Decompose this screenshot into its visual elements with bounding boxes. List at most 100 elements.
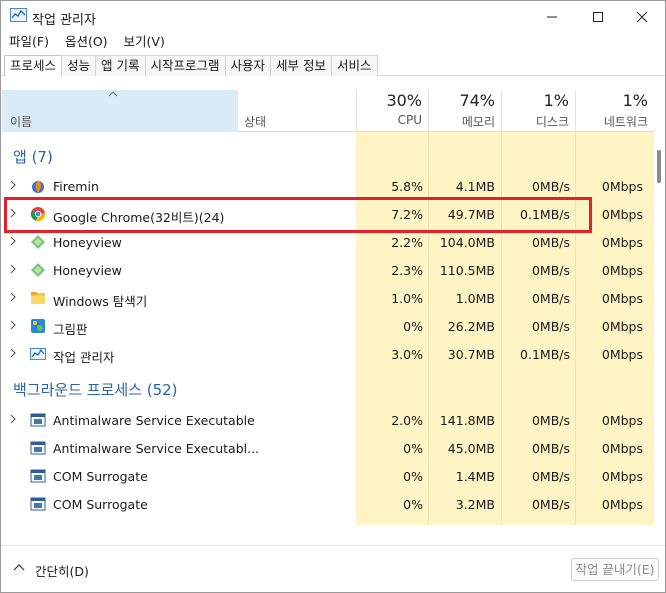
process-row[interactable]: 그림판 0% 26.2MB 0MB/s 0Mbps: [2, 312, 654, 340]
process-network: 0Mbps: [601, 291, 643, 306]
tab-processes[interactable]: 프로세스: [4, 55, 63, 77]
column-status-label: 상태: [244, 115, 267, 129]
process-name: Firemin: [53, 179, 99, 194]
column-memory-label: 메모리: [461, 115, 495, 129]
sort-up-icon: [108, 91, 118, 97]
process-cpu: 2.3%: [391, 263, 423, 278]
group-apps-title[interactable]: 앱 (7): [13, 146, 53, 167]
process-memory: 104.0MB: [439, 235, 495, 250]
process-cpu: 0%: [403, 497, 423, 512]
chevron-right-icon[interactable]: [8, 319, 18, 331]
process-name: 그림판: [53, 322, 88, 337]
tab-app-history[interactable]: 앱 기록: [95, 55, 146, 76]
process-memory: 45.0MB: [447, 441, 495, 456]
process-memory: 26.2MB: [447, 319, 495, 334]
service-icon: [30, 469, 46, 483]
service-icon: [30, 497, 46, 511]
process-disk: 0MB/s: [531, 263, 570, 278]
column-network-label: 네트워크: [603, 115, 648, 129]
column-name[interactable]: 이름: [2, 90, 238, 132]
process-disk: 0.1MB/s: [520, 347, 570, 362]
maximize-button[interactable]: [575, 1, 621, 32]
chevron-right-icon[interactable]: [8, 413, 18, 425]
footer: 간단히(D) 작업 끝내기(E): [1, 545, 665, 593]
column-network[interactable]: 1% 네트워크: [575, 90, 654, 132]
column-name-label: 이름: [10, 115, 33, 129]
process-cpu: 5.8%: [391, 179, 423, 194]
process-network: 0Mbps: [601, 469, 643, 484]
column-status[interactable]: 상태: [238, 90, 356, 132]
column-header-row: 이름 상태 30% CPU 74% 메모리 1% 디스크 1% 네트워크: [2, 90, 654, 132]
process-list: 앱 (7) 백그라운드 프로세스 (52) Firemin 5.8% 4.1MB 0M…: [2, 132, 654, 525]
process-name: Antimalware Service Executabl...: [53, 441, 260, 456]
process-disk: 0MB/s: [531, 235, 570, 250]
process-network: 0Mbps: [601, 347, 643, 362]
process-cpu: 1.0%: [391, 291, 423, 306]
chevron-right-icon[interactable]: [8, 347, 18, 359]
process-network: 0Mbps: [601, 235, 643, 250]
chevron-right-icon[interactable]: [8, 263, 18, 275]
process-cpu: 2.2%: [391, 235, 423, 250]
column-disk-label: 디스크: [535, 115, 569, 129]
process-row[interactable]: Windows 탐색기 1.0% 1.0MB 0MB/s 0Mbps: [2, 284, 654, 312]
process-name: Antimalware Service Executable: [53, 413, 255, 428]
close-button[interactable]: [619, 1, 665, 32]
honeyview-icon: [31, 263, 45, 277]
tab-startup[interactable]: 시작프로그램: [144, 55, 226, 76]
process-row[interactable]: COM Surrogate 0% 1.4MB 0MB/s 0Mbps: [2, 462, 654, 490]
process-row[interactable]: Honeyview 2.3% 110.5MB 0MB/s 0Mbps: [2, 256, 654, 284]
process-network: 0Mbps: [601, 441, 643, 456]
tab-performance[interactable]: 성능: [61, 55, 97, 76]
process-row[interactable]: Antimalware Service Executable 2.0% 141.8M…: [2, 406, 654, 434]
process-disk: 0MB/s: [531, 291, 570, 306]
process-cpu: 2.0%: [391, 413, 423, 428]
process-disk: 0MB/s: [531, 441, 570, 456]
process-memory: 110.5MB: [439, 263, 495, 278]
process-row[interactable]: 작업 관리자 3.0% 30.7MB 0.1MB/s 0Mbps: [2, 340, 654, 368]
tab-details[interactable]: 세부 정보: [270, 55, 333, 76]
menu-view[interactable]: 보기(V): [116, 32, 173, 52]
window-title: 작업 관리자: [32, 13, 96, 28]
menu-options[interactable]: 옵션(O): [57, 32, 116, 52]
process-cpu: 0%: [403, 469, 423, 484]
fewer-details-button[interactable]: 간단히(D): [35, 561, 89, 580]
process-memory: 141.8MB: [439, 413, 495, 428]
process-cpu: 0%: [403, 441, 423, 456]
column-cpu[interactable]: 30% CPU: [356, 90, 428, 132]
process-network: 0Mbps: [601, 413, 643, 428]
process-disk: 0MB/s: [531, 413, 570, 428]
memory-total: 74%: [459, 91, 495, 110]
vertical-scrollbar[interactable]: [654, 90, 665, 525]
process-disk: 0MB/s: [531, 497, 570, 512]
process-name: 작업 관리자: [53, 350, 115, 365]
chevron-right-icon[interactable]: [8, 235, 18, 247]
honeyview-icon: [31, 235, 45, 249]
minimize-button[interactable]: [529, 1, 575, 32]
menu-file[interactable]: 파일(F): [1, 32, 57, 52]
chevron-right-icon[interactable]: [8, 291, 18, 303]
tab-users[interactable]: 사용자: [224, 55, 272, 76]
process-name: COM Surrogate: [53, 497, 148, 512]
scrollbar-thumb[interactable]: [657, 150, 661, 183]
process-network: 0Mbps: [601, 179, 643, 194]
chevron-up-icon[interactable]: [13, 562, 25, 572]
tab-bar: 프로세스 성능 앱 기록 시작프로그램 사용자 세부 정보 서비스: [1, 55, 665, 77]
column-disk[interactable]: 1% 디스크: [501, 90, 575, 132]
process-row[interactable]: COM Surrogate 0% 3.2MB 0MB/s 0Mbps: [2, 490, 654, 518]
process-row[interactable]: Antimalware Service Executabl... 0% 45.0MB…: [2, 434, 654, 462]
task-manager-icon: [10, 8, 27, 22]
group-background-title[interactable]: 백그라운드 프로세스 (52): [13, 379, 178, 400]
title-bar[interactable]: 작업 관리자: [1, 1, 665, 32]
process-row[interactable]: Firemin 5.8% 4.1MB 0MB/s 0Mbps: [2, 172, 654, 200]
process-memory: 1.4MB: [455, 469, 495, 484]
process-disk: 0MB/s: [531, 469, 570, 484]
close-icon: [636, 11, 648, 22]
network-total: 1%: [622, 91, 648, 110]
chevron-right-icon[interactable]: [8, 179, 18, 191]
minimize-icon: [547, 16, 557, 17]
end-task-button[interactable]: 작업 끝내기(E): [571, 558, 659, 581]
column-memory[interactable]: 74% 메모리: [428, 90, 501, 132]
tab-services[interactable]: 서비스: [331, 55, 378, 76]
maximize-icon: [593, 11, 603, 22]
process-disk: 0MB/s: [531, 319, 570, 334]
